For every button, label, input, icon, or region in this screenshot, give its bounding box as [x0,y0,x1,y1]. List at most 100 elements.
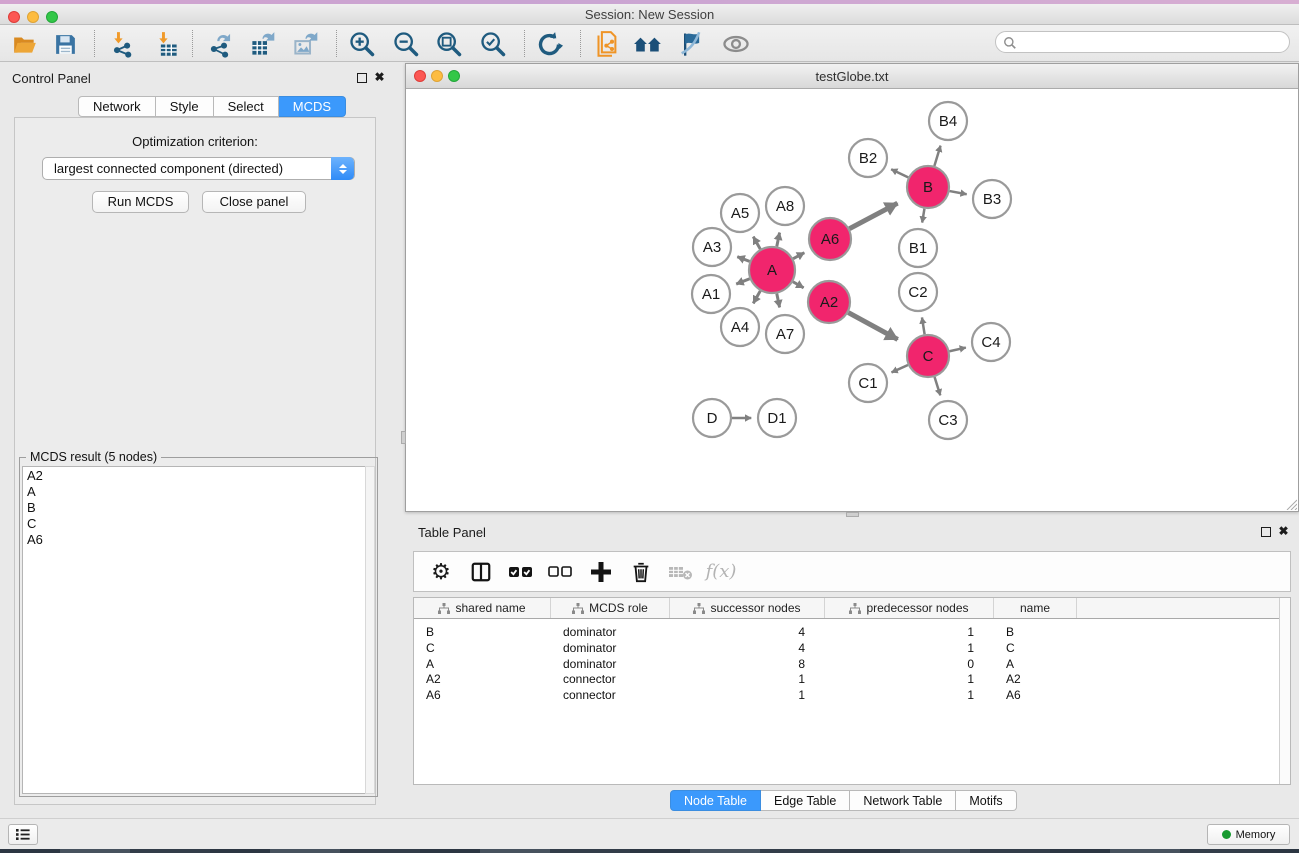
cell-name[interactable]: A [994,656,1077,672]
tab-network[interactable]: Network [78,96,156,117]
edge-C-C2[interactable] [922,317,925,334]
cell-shared-name[interactable]: A [414,656,551,672]
mcds-result-list[interactable]: A2ABCA6 [22,466,367,794]
close-panel-button[interactable]: Close panel [202,191,306,213]
graph-node-D[interactable]: D [693,399,731,437]
cell-successor-nodes[interactable]: 1 [670,687,825,703]
cell-shared-name[interactable]: A6 [414,687,551,703]
graph-node-A4[interactable]: A4 [721,308,759,346]
graph-node-B[interactable]: B [907,166,949,208]
cell-predecessor-nodes[interactable]: 1 [825,624,994,640]
task-history-button[interactable] [8,824,38,845]
cell-successor-nodes[interactable]: 4 [670,624,825,640]
cell-predecessor-nodes[interactable]: 1 [825,687,994,703]
graph-node-A7[interactable]: A7 [766,315,804,353]
column-header-predecessor-nodes[interactable]: predecessor nodes [825,598,994,618]
graph-node-C1[interactable]: C1 [849,364,887,402]
column-header-shared-name[interactable]: shared name [414,598,551,618]
export-table-icon[interactable] [247,29,277,59]
birdseye-eye-icon[interactable] [721,29,751,59]
zoom-selected-icon[interactable] [478,29,508,59]
edge-B-B3[interactable] [950,191,967,194]
network-snapshot-icon[interactable] [592,29,622,59]
edge-A-A7[interactable] [777,294,780,308]
delete-table-icon[interactable] [668,559,694,585]
neighbors-homes-icon[interactable] [633,29,663,59]
node-table[interactable]: shared nameMCDS rolesuccessor nodesprede… [413,597,1291,785]
graph-node-A1[interactable]: A1 [692,275,730,313]
edge-C-C3[interactable] [935,377,941,395]
settings-gear-icon[interactable]: ⚙ [428,559,454,585]
edge-C-C4[interactable] [949,348,965,352]
memory-button[interactable]: Memory [1207,824,1290,845]
result-list-item[interactable]: B [23,499,366,515]
import-network-icon[interactable] [106,29,136,59]
graph-node-A3[interactable]: A3 [693,228,731,266]
edge-B-B4[interactable] [934,146,940,166]
table-row-A[interactable]: Adominator80A [414,656,1281,672]
cell-predecessor-nodes[interactable]: 1 [825,671,994,687]
graph-node-B1[interactable]: B1 [899,229,937,267]
run-mcds-button[interactable]: Run MCDS [92,191,189,213]
graph-node-A5[interactable]: A5 [721,194,759,232]
import-table-icon[interactable] [151,29,181,59]
result-list-item[interactable]: C [23,515,366,531]
cell-successor-nodes[interactable]: 1 [670,671,825,687]
graph-node-C[interactable]: C [907,335,949,377]
zoom-fit-icon[interactable] [434,29,464,59]
edge-A-A1[interactable] [736,279,749,284]
cell-name[interactable]: A6 [994,687,1077,703]
export-network-icon[interactable] [204,29,234,59]
edge-B-B2[interactable] [891,169,908,177]
column-header-successor-nodes[interactable]: successor nodes [670,598,825,618]
table-row-C[interactable]: Cdominator41C [414,640,1281,656]
cell-MCDS-role[interactable]: dominator [551,656,670,672]
function-builder-icon[interactable]: f(x) [708,559,734,585]
cell-name[interactable]: A2 [994,671,1077,687]
table-panel-float-icon[interactable] [1261,527,1271,537]
deselect-all-icon[interactable] [548,559,574,585]
cell-successor-nodes[interactable]: 8 [670,656,825,672]
result-list-scrollbar[interactable] [365,466,375,794]
criterion-select[interactable]: largest connected component (directed) [42,157,355,180]
table-row-A6[interactable]: A6connector11A6 [414,687,1281,703]
delete-column-icon[interactable] [628,559,654,585]
edge-A-A2[interactable] [793,282,804,288]
tab-select[interactable]: Select [214,96,279,117]
tab-motifs[interactable]: Motifs [956,790,1016,811]
graph-node-B2[interactable]: B2 [849,139,887,177]
cell-shared-name[interactable]: C [414,640,551,656]
result-list-item[interactable]: A [23,483,366,499]
tab-node-table[interactable]: Node Table [670,790,761,811]
network-graph-canvas[interactable]: B4B2BB3A8A5A6A3B1AC2A1A2A4A7CC4C1DD1C3 [406,89,1298,511]
cell-MCDS-role[interactable]: dominator [551,624,670,640]
select-all-icon[interactable] [508,559,534,585]
result-list-item[interactable]: A6 [23,531,366,547]
table-scrollbar[interactable] [1279,598,1290,784]
cell-predecessor-nodes[interactable]: 1 [825,640,994,656]
edge-A6-B[interactable] [849,203,897,229]
apply-layout-refresh-icon[interactable] [534,29,564,59]
tab-mcds[interactable]: MCDS [279,96,346,117]
cell-name[interactable]: C [994,640,1077,656]
table-row-A2[interactable]: A2connector11A2 [414,671,1281,687]
edge-A-A5[interactable] [753,237,760,249]
table-panel-close-icon[interactable]: ✖ [1278,526,1289,537]
cell-predecessor-nodes[interactable]: 0 [825,656,994,672]
tab-network-table[interactable]: Network Table [850,790,956,811]
graph-node-A8[interactable]: A8 [766,187,804,225]
graph-node-C4[interactable]: C4 [972,323,1010,361]
cell-MCDS-role[interactable]: dominator [551,640,670,656]
graph-node-C3[interactable]: C3 [929,401,967,439]
cell-shared-name[interactable]: B [414,624,551,640]
splitpane-grip-horizontal[interactable] [846,512,859,517]
graph-node-D1[interactable]: D1 [758,399,796,437]
graph-node-B3[interactable]: B3 [973,180,1011,218]
cell-name[interactable]: B [994,624,1077,640]
tab-edge-table[interactable]: Edge Table [761,790,850,811]
edge-A-A6[interactable] [793,253,804,259]
cell-shared-name[interactable]: A2 [414,671,551,687]
cell-MCDS-role[interactable]: connector [551,687,670,703]
export-image-icon[interactable] [290,29,320,59]
graph-node-A6[interactable]: A6 [809,218,851,260]
